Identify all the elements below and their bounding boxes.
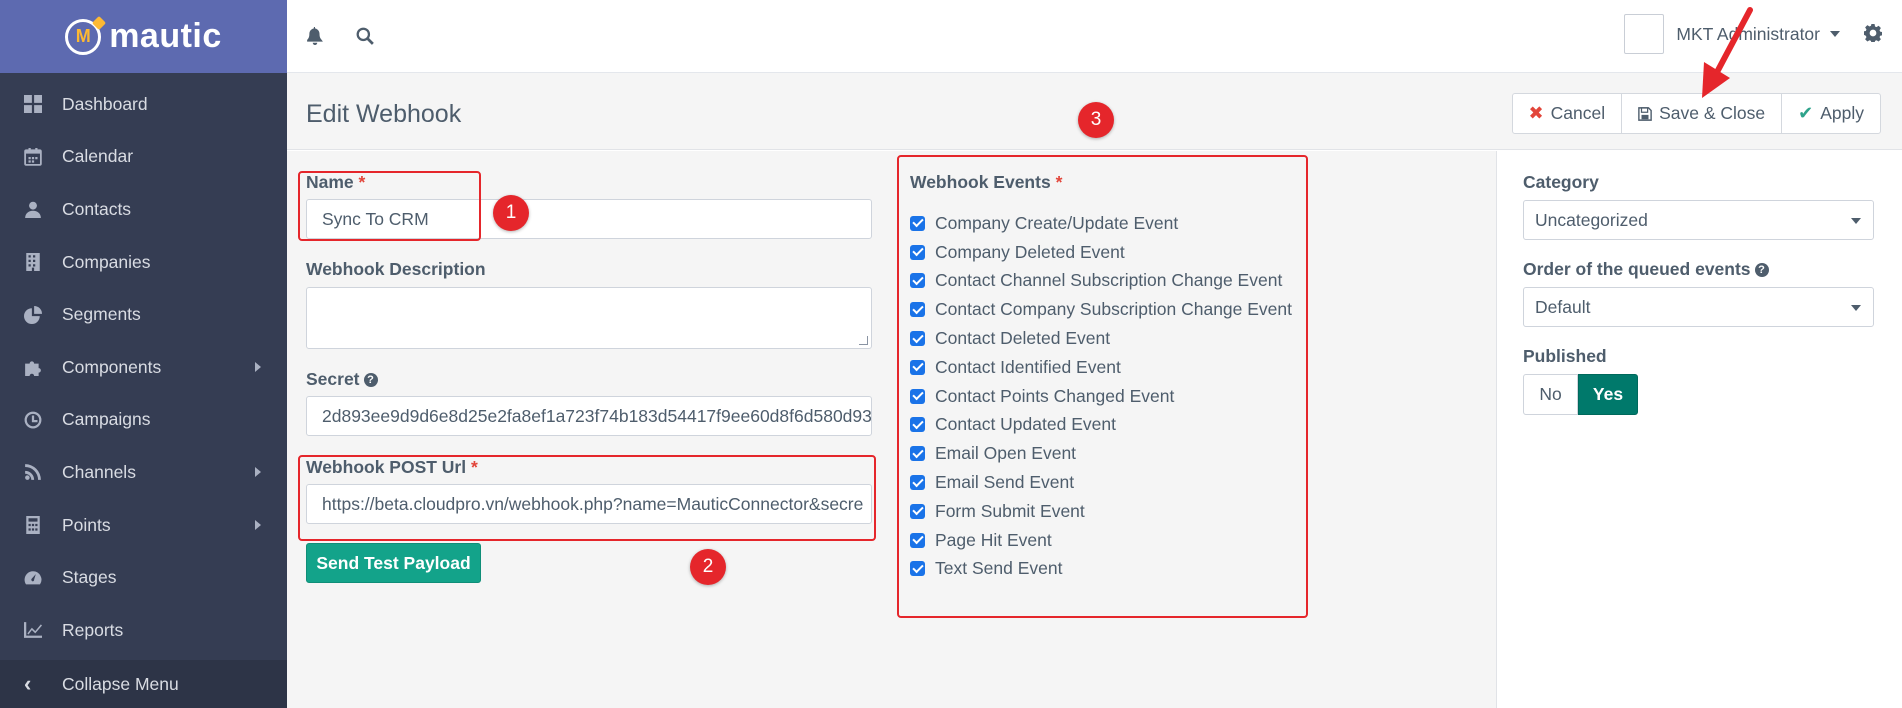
order-label: Order of the queued events? [1523, 259, 1769, 280]
sidebar-item-campaigns[interactable]: Campaigns [0, 394, 287, 447]
right-panel: Category Uncategorized Order of the queu… [1496, 151, 1902, 708]
chevron-right-icon [255, 467, 261, 478]
brand-name: mautic [109, 17, 222, 55]
secret-label: Secret? [306, 369, 378, 390]
sidebar: M mautic Dashboard Calendar Contacts Com… [0, 0, 287, 708]
sidebar-item-label: Segments [62, 304, 141, 325]
building-icon [24, 253, 42, 272]
sidebar-nav: Dashboard Calendar Contacts Companies Se… [0, 73, 287, 657]
collapse-menu-button[interactable]: ‹ Collapse Menu [0, 660, 287, 708]
sidebar-item-label: Calendar [62, 146, 134, 167]
published-yes-button[interactable]: Yes [1578, 374, 1638, 415]
bell-icon[interactable] [303, 24, 327, 48]
cancel-label: Cancel [1550, 103, 1606, 123]
description-label: Webhook Description [306, 259, 486, 279]
annotation-box-name [298, 171, 481, 241]
published-toggle: No Yes [1523, 374, 1638, 415]
avatar [1624, 14, 1665, 54]
brand-logo[interactable]: M mautic [0, 0, 287, 73]
annotation-arrow-icon [1702, 7, 1753, 98]
calendar-icon [24, 147, 42, 166]
category-label: Category [1523, 172, 1599, 192]
user-icon [24, 200, 42, 219]
save-close-label: Save & Close [1659, 103, 1766, 123]
puzzle-icon [24, 358, 42, 377]
sidebar-item-reports[interactable]: Reports [0, 604, 287, 657]
sidebar-item-dashboard[interactable]: Dashboard [0, 78, 287, 131]
order-label-text: Order of the queued events [1523, 259, 1751, 279]
sidebar-item-calendar[interactable]: Calendar [0, 131, 287, 184]
chevron-right-icon [255, 520, 261, 531]
dashboard-icon [24, 95, 42, 114]
annotation-box-events [897, 155, 1308, 618]
send-test-payload-button[interactable]: Send Test Payload [306, 543, 481, 583]
close-icon: ✖ [1528, 103, 1544, 123]
sidebar-item-segments[interactable]: Segments [0, 288, 287, 341]
published-no-button[interactable]: No [1523, 374, 1578, 415]
rss-icon [24, 463, 42, 481]
caret-down-icon [1830, 31, 1840, 37]
sidebar-item-stages[interactable]: Stages [0, 551, 287, 604]
line-chart-icon [24, 621, 42, 639]
mautic-logo-icon: M [65, 18, 102, 55]
cancel-button[interactable]: ✖ Cancel [1511, 93, 1623, 134]
sidebar-item-channels[interactable]: Channels [0, 446, 287, 499]
topbar: MKT Administrator [287, 0, 1902, 73]
sidebar-item-label: Components [62, 356, 162, 377]
annotation-marker-2: 2 [690, 549, 726, 585]
chevron-right-icon [255, 362, 261, 373]
sidebar-item-label: Stages [62, 567, 117, 588]
category-select[interactable]: Uncategorized [1523, 200, 1874, 240]
sidebar-item-label: Reports [62, 619, 124, 640]
category-value: Uncategorized [1535, 209, 1648, 230]
search-icon[interactable] [353, 24, 377, 48]
order-select[interactable]: Default [1523, 287, 1874, 327]
published-label: Published [1523, 346, 1607, 366]
sidebar-item-label: Channels [62, 461, 136, 482]
chevron-left-icon: ‹ [24, 671, 32, 696]
question-circle-icon[interactable]: ? [363, 373, 378, 388]
gear-icon[interactable] [1863, 24, 1886, 46]
collapse-menu-label: Collapse Menu [62, 673, 179, 694]
secret-label-text: Secret [306, 369, 360, 389]
sidebar-item-label: Dashboard [62, 93, 148, 114]
save-icon [1638, 106, 1652, 121]
annotation-marker-3: 3 [1078, 102, 1114, 138]
sidebar-item-label: Campaigns [62, 409, 151, 430]
sidebar-item-label: Contacts [62, 198, 132, 219]
secret-input[interactable]: 2d893ee9d9d6e8d25e2fa8ef1a723f74b183d544… [306, 396, 872, 436]
calculator-icon [24, 516, 42, 535]
sidebar-item-label: Points [62, 514, 111, 535]
page-title: Edit Webhook [306, 100, 462, 128]
check-icon: ✔ [1798, 103, 1814, 123]
sidebar-item-companies[interactable]: Companies [0, 236, 287, 289]
sidebar-item-points[interactable]: Points [0, 499, 287, 552]
annotation-marker-1: 1 [493, 195, 529, 231]
caret-down-icon [1851, 218, 1861, 224]
annotation-box-url [298, 455, 876, 541]
question-circle-icon[interactable]: ? [1754, 263, 1769, 278]
tachometer-icon [24, 569, 42, 587]
clock-icon [24, 411, 42, 429]
apply-label: Apply [1820, 103, 1864, 123]
secret-input-value: 2d893ee9d9d6e8d25e2fa8ef1a723f74b183d544… [322, 405, 872, 426]
description-textarea[interactable] [306, 287, 872, 349]
order-value: Default [1535, 296, 1591, 317]
sidebar-item-label: Companies [62, 251, 151, 272]
apply-button[interactable]: ✔ Apply [1781, 93, 1881, 134]
pie-chart-icon [24, 305, 42, 324]
sidebar-item-components[interactable]: Components [0, 341, 287, 394]
caret-down-icon [1851, 305, 1861, 311]
sidebar-item-contacts[interactable]: Contacts [0, 183, 287, 236]
